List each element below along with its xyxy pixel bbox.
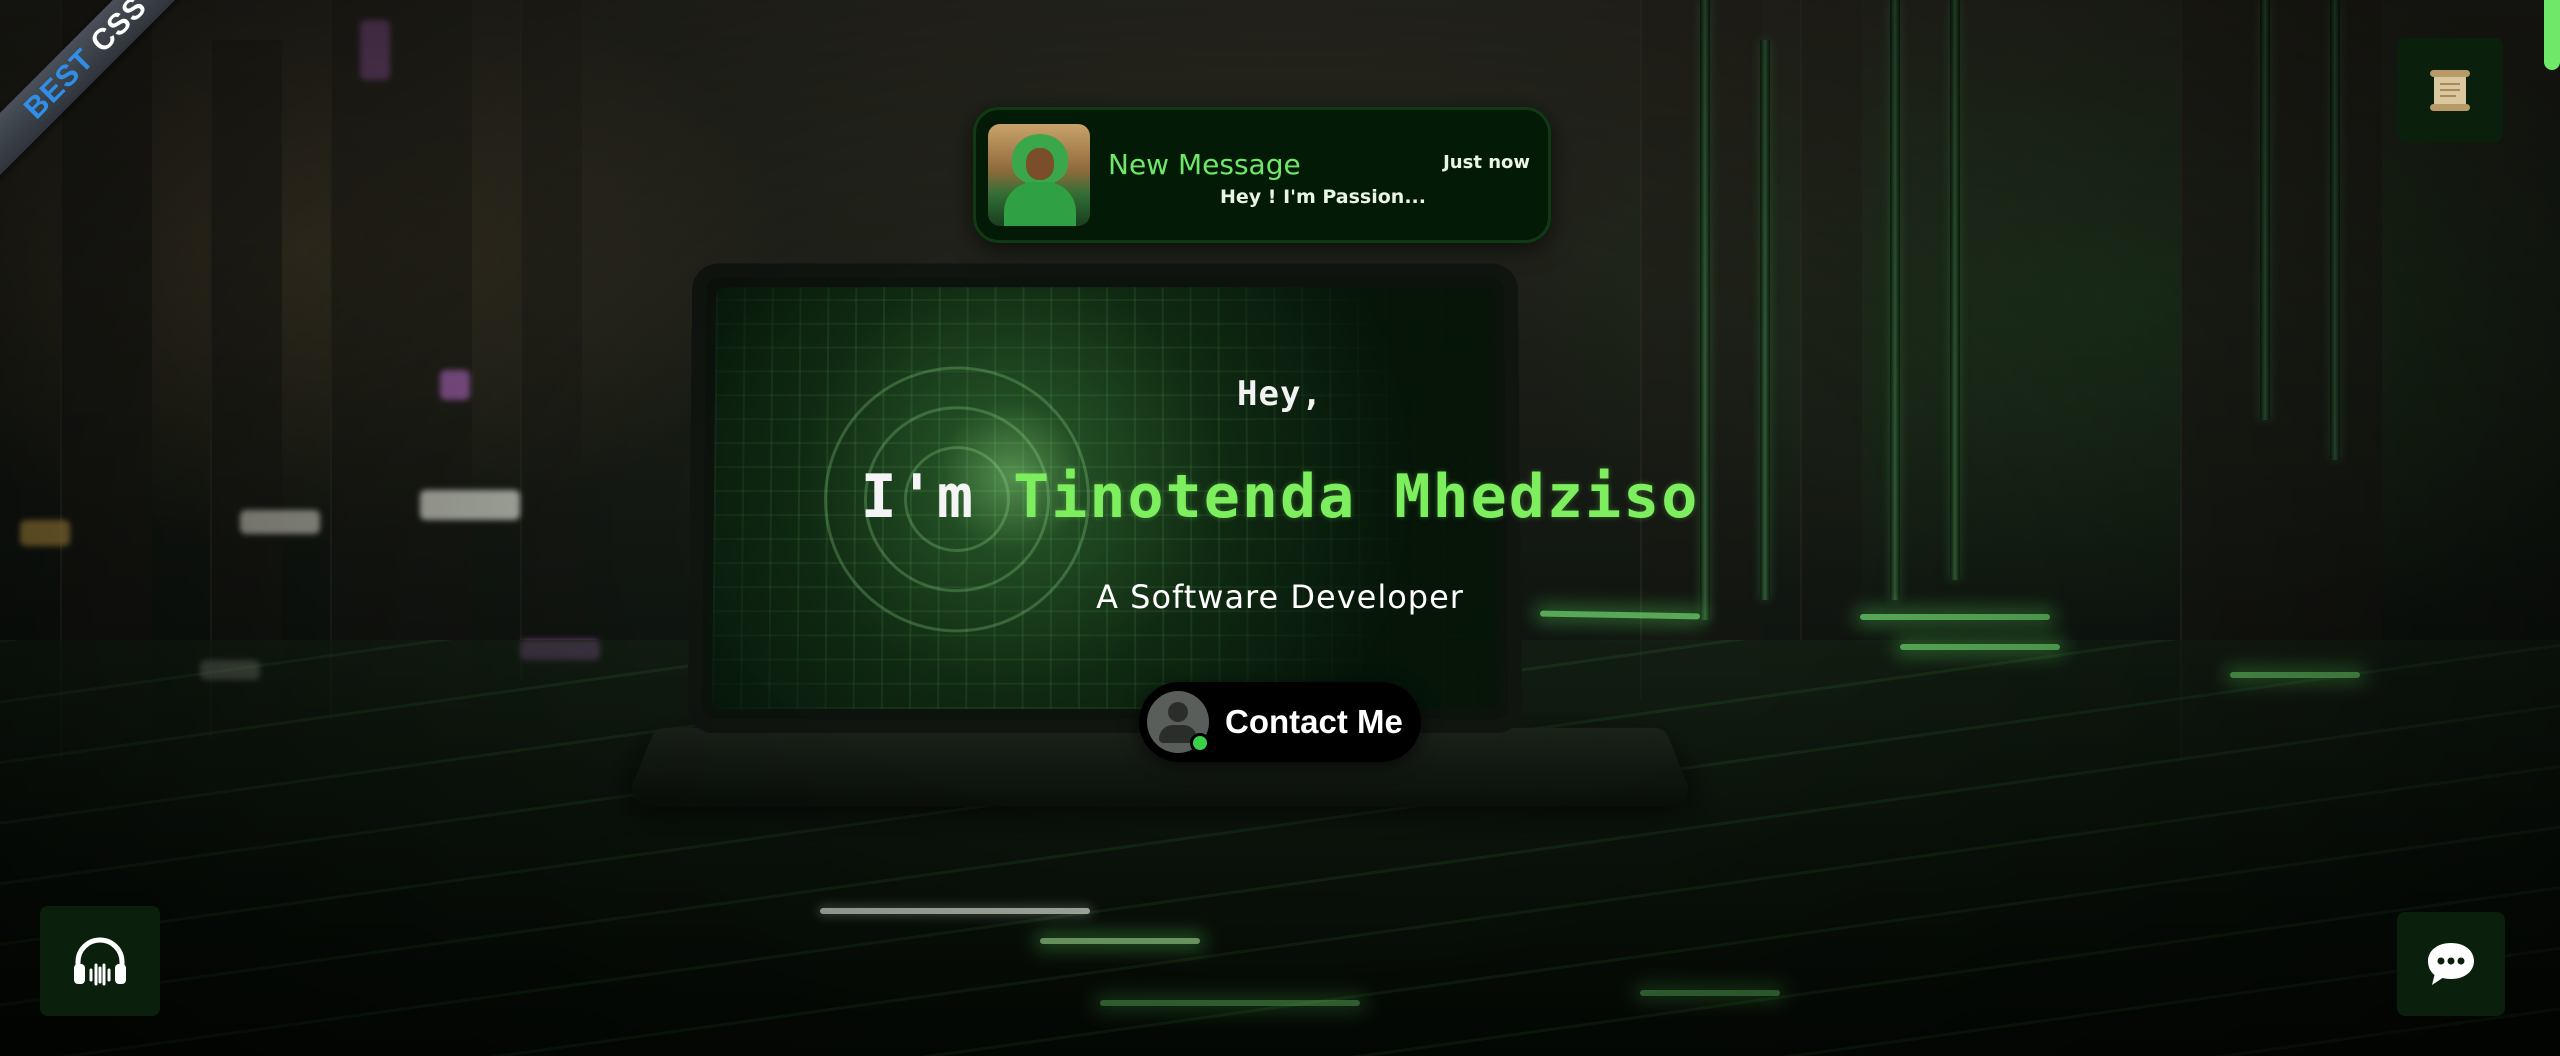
online-status-icon xyxy=(1190,733,1210,753)
hero-greeting: Hey, xyxy=(1237,374,1323,414)
chat-bubble-icon xyxy=(2428,943,2474,985)
headphones-icon xyxy=(74,937,126,986)
hero-role: A Software Developer xyxy=(1096,578,1464,616)
hero-heading: I'm Tinotenda Mhedziso xyxy=(0,462,2560,532)
notification-title: New Message xyxy=(1108,148,1301,181)
sender-avatar xyxy=(988,124,1090,226)
page: BEST CSS New Message Just now Hey ! I'm … xyxy=(0,0,2560,1056)
music-button[interactable] xyxy=(40,906,160,1016)
contact-me-label: Contact Me xyxy=(1225,703,1403,740)
chat-button[interactable] xyxy=(2397,912,2505,1016)
hero-name-prefix: I'm xyxy=(860,462,976,532)
notification-preview: Hey ! I'm Passion... xyxy=(1220,186,1426,208)
scroll-button[interactable] xyxy=(2397,38,2503,142)
contact-me-button[interactable]: Contact Me xyxy=(1139,682,1421,762)
new-message-notification[interactable]: New Message Just now Hey ! I'm Passion..… xyxy=(973,107,1551,243)
notification-content: New Message Just now Hey ! I'm Passion..… xyxy=(1090,110,1536,240)
hero-name: Tinotenda Mhedziso xyxy=(1013,462,1700,532)
user-avatar-icon xyxy=(1147,691,1210,753)
notification-time: Just now xyxy=(1443,152,1530,173)
scroll-icon xyxy=(2430,70,2470,111)
scrollbar-thumb[interactable] xyxy=(2544,0,2560,70)
